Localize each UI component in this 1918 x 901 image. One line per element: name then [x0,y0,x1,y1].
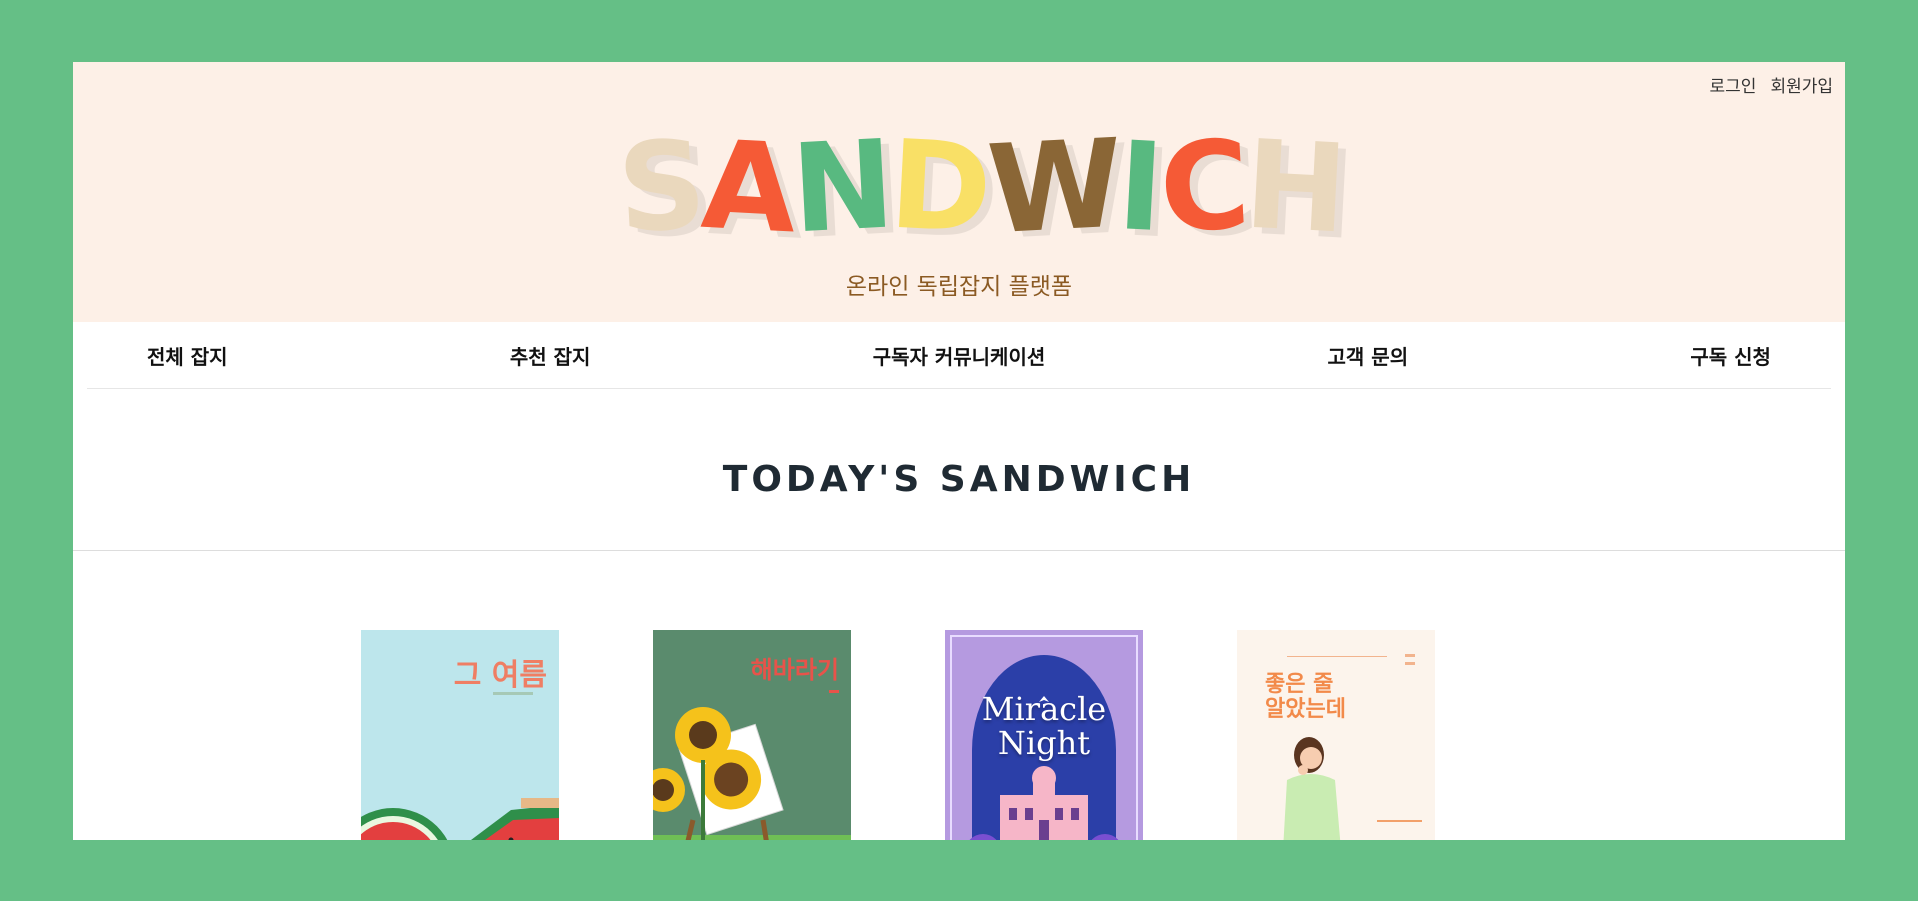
book-title: Miracle Night [981,690,1107,762]
nav-subscribe[interactable]: 구독 신청 [1690,341,1771,370]
site-header: 로그인 회원가입 SANDWICH 온라인 독립잡지 플랫폼 [73,62,1845,322]
nav-recommended-magazines[interactable]: 추천 잡지 [510,341,591,370]
book-title: 좋은 줄 알았는데 [1265,672,1346,722]
logo-letter: W [984,112,1122,262]
woman-illustration [1283,654,1422,840]
book-cover-summer[interactable]: 그 여름 [361,630,559,840]
logo-letter: I [1114,115,1164,259]
book-cover-sunflower[interactable]: 해바라기 [653,630,851,840]
book-title: 그 여름 [453,658,547,693]
logo-letter: A [698,113,796,261]
tagline: 온라인 독립잡지 플랫폼 [845,274,1073,300]
logo-letter: H [1241,113,1347,261]
todays-sandwich-section: TODAY'S SANDWICH [73,389,1845,551]
nav-subscriber-communication[interactable]: 구독자 커뮤니케이션 [873,341,1046,370]
auth-links: 로그인 회원가입 [1710,72,1833,97]
book-cover-miracle-night[interactable]: Miracle Night [945,630,1143,840]
logo-letter: N [788,113,895,261]
login-link[interactable]: 로그인 [1710,72,1757,97]
sandwich-logo[interactable]: SANDWICH [614,113,1347,262]
logo-letter: S [614,113,706,261]
book-cover-thought-it-was-good[interactable]: 좋은 줄 알았는데 [1237,630,1435,840]
nav-customer-inquiry[interactable]: 고객 문의 [1328,341,1409,370]
nav-all-magazines[interactable]: 전체 잡지 [147,341,228,370]
main-nav: 전체 잡지 추천 잡지 구독자 커뮤니케이션 고객 문의 구독 신청 [87,322,1831,389]
logo-letter: D [886,113,992,261]
book-list: 그 여름 해바라기 Miracle Night 좋은 줄 알았는데 [73,551,1845,840]
section-title: TODAY'S SANDWICH [722,459,1196,500]
logo-letter: C [1156,113,1249,261]
book-title: 해바라기 [750,656,839,684]
page-container: 로그인 회원가입 SANDWICH 온라인 독립잡지 플랫폼 전체 잡지 추천 … [73,62,1845,840]
signup-link[interactable]: 회원가입 [1770,72,1833,97]
